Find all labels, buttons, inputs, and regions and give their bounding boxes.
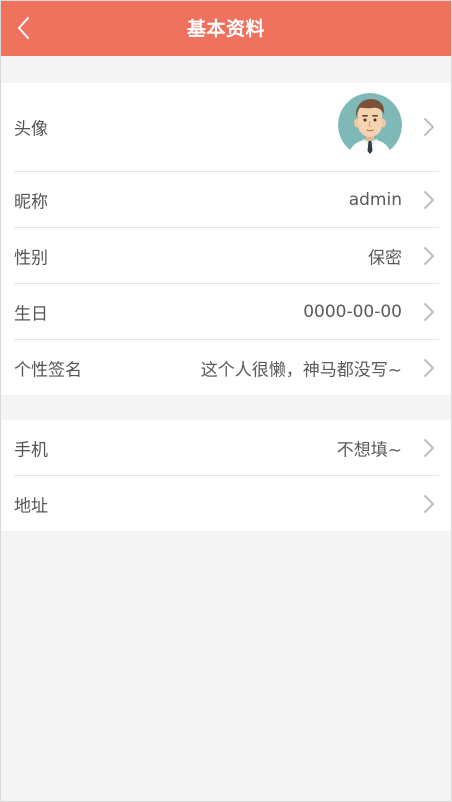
phone-value: 不想填~	[336, 440, 402, 460]
birthday-label: 生日	[14, 304, 48, 324]
signature-value: 这个人很懒，神马都没写~	[200, 360, 402, 380]
signature-row[interactable]: 个性签名 这个人很懒，神马都没写~	[14, 340, 439, 395]
gender-row[interactable]: 性别 保密	[14, 228, 439, 284]
phone-label: 手机	[14, 440, 48, 460]
address-row[interactable]: 地址	[14, 476, 439, 531]
nickname-value: admin	[348, 189, 402, 210]
app-frame: 基本资料 头像 昵称 admin 性别 保密 生日 0000-00-00 个性签…	[0, 0, 452, 802]
gender-label: 性别	[14, 248, 48, 268]
chevron-right-icon	[422, 190, 436, 210]
chevron-right-icon	[422, 302, 436, 322]
chevron-right-icon	[422, 494, 436, 514]
birthday-value: 0000-00-00	[303, 301, 402, 322]
nickname-row[interactable]: 昵称 admin	[14, 172, 439, 228]
gender-value: 保密	[368, 248, 402, 268]
chevron-right-icon	[422, 246, 436, 266]
top-bar: 基本资料	[1, 1, 451, 56]
chevron-right-icon	[422, 117, 436, 137]
profile-group: 头像 昵称 admin 性别 保密 生日 0000-00-00 个性签名 这个人…	[1, 83, 451, 395]
nickname-label: 昵称	[14, 192, 48, 212]
avatar[interactable]	[338, 93, 402, 157]
phone-row[interactable]: 手机 不想填~	[14, 420, 439, 476]
avatar-label: 头像	[14, 119, 48, 140]
address-label: 地址	[14, 496, 48, 516]
chevron-right-icon	[422, 358, 436, 378]
contact-group: 手机 不想填~ 地址	[1, 420, 451, 531]
signature-label: 个性签名	[14, 360, 82, 380]
avatar-row[interactable]: 头像	[14, 83, 439, 172]
chevron-right-icon	[422, 438, 436, 458]
birthday-row[interactable]: 生日 0000-00-00	[14, 284, 439, 340]
page-title: 基本资料	[186, 18, 265, 40]
